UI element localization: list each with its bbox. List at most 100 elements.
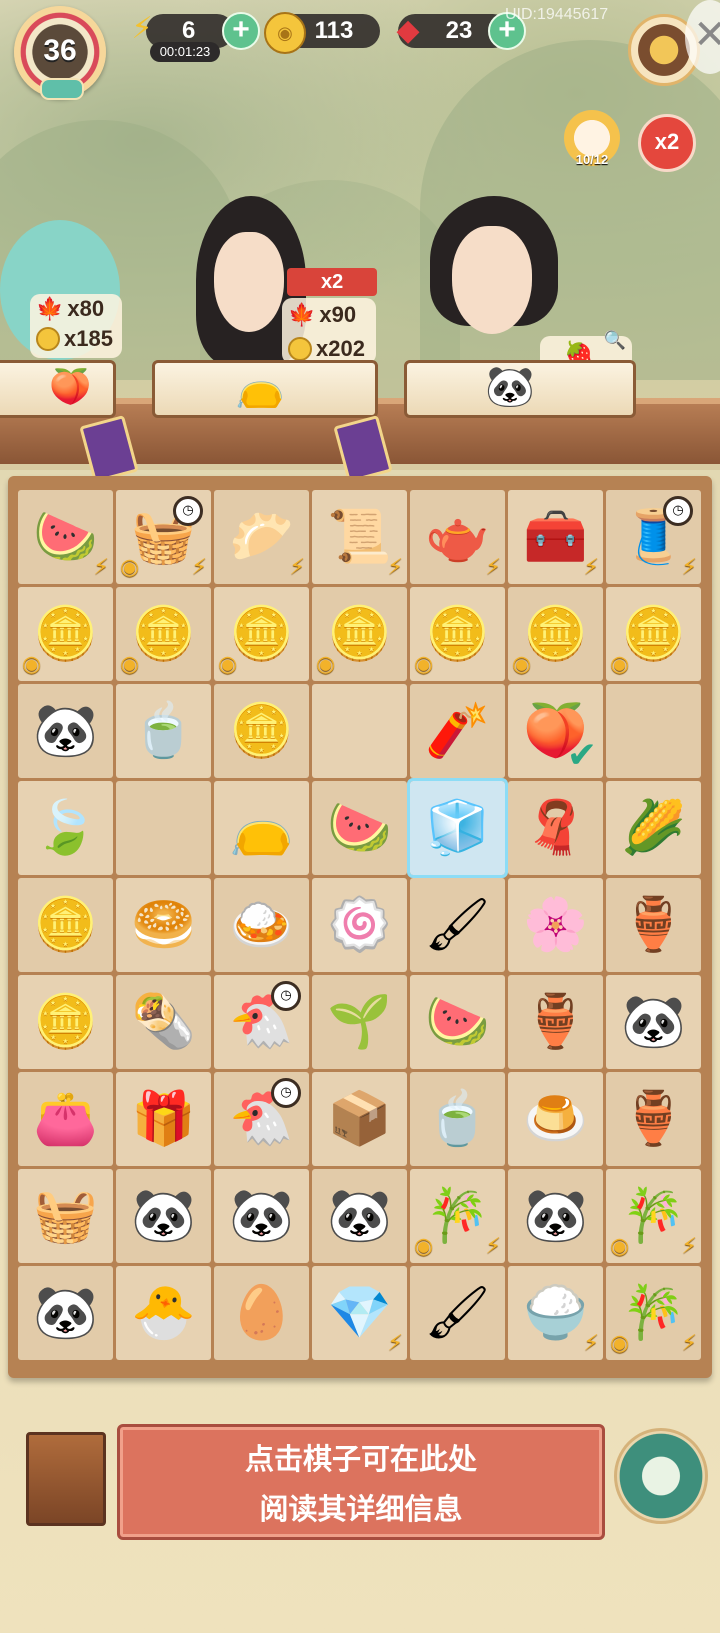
rice-pudding-icon: 🍮 [523, 1090, 588, 1148]
board-cell[interactable]: 🐔 ◷ [214, 1072, 309, 1166]
board-cell[interactable]: 🧣 [508, 781, 603, 875]
board-cell[interactable]: 🍑 ✔ [508, 684, 603, 778]
board-cell[interactable]: 🥯 [116, 878, 211, 972]
board-cell[interactable]: 🪙 ◉ [508, 587, 603, 681]
order-1-scroll[interactable]: 🍑 [0, 360, 116, 418]
boost-x2-button[interactable]: x2 [638, 114, 696, 172]
panda-icon: 🐼 [485, 365, 535, 409]
board-cell[interactable]: 🪙 [18, 975, 113, 1069]
customer-lady-1[interactable] [214, 232, 284, 332]
board-cell[interactable]: 🪙 ◉ [214, 587, 309, 681]
bamboo-shoot-icon: 🌽 [621, 799, 686, 857]
board-cell[interactable]: 🪙 ◉ [18, 587, 113, 681]
temple-map-icon[interactable] [614, 1428, 708, 1524]
frozen-pouch-icon: 🧊 [425, 799, 490, 857]
board-cell[interactable]: 🧊 [407, 778, 508, 878]
board-cell[interactable]: 🐼 [312, 1169, 407, 1263]
board-cell[interactable]: 🪙 [18, 878, 113, 972]
board-cell[interactable]: 🥟 ⚡ [214, 490, 309, 584]
cooldown-timer-icon: ◷ [173, 496, 203, 526]
board-cell[interactable]: 🍉 [312, 781, 407, 875]
jade-leaf-icon: 🍃 [33, 799, 98, 857]
board-cell[interactable]: 🍵 [410, 1072, 505, 1166]
board-cell[interactable] [312, 684, 407, 778]
cooldown-timer-icon: ◷ [271, 981, 301, 1011]
board-cell[interactable]: 🐼 [508, 1169, 603, 1263]
board-cell[interactable]: 🌱 [312, 975, 407, 1069]
board-cell[interactable]: 🫖 ⚡ [410, 490, 505, 584]
teapot-table-icon: 🫖 [425, 508, 490, 566]
energy-source-icon: ⚡ [583, 554, 599, 579]
maple-leaf-icon: 🍁 [288, 302, 316, 327]
storage-cabinet-icon[interactable] [26, 1432, 106, 1526]
player-level: 36 [43, 34, 77, 67]
board-cell[interactable]: 🎁 [116, 1072, 211, 1166]
order-2-coin-reward: x202 [288, 336, 365, 362]
board-cell[interactable]: 📜 ⚡ [312, 490, 407, 584]
board-cell[interactable]: 🧺 [18, 1169, 113, 1263]
watermelon-slice-icon: 🍉 [425, 993, 490, 1051]
board-cell[interactable] [606, 684, 701, 778]
board-cell[interactable]: 🍃 [18, 781, 113, 875]
board-cell[interactable]: 🍉 ⚡ [18, 490, 113, 584]
board-cell[interactable]: 🌽 [606, 781, 701, 875]
board-cell[interactable]: 🪙 ◉ [606, 587, 701, 681]
board-cell[interactable]: 🧺 ⚡ ◉ ◷ [116, 490, 211, 584]
board-cell[interactable]: 🍚 ⚡ [508, 1266, 603, 1360]
order-2-scroll[interactable]: 👝 [152, 360, 378, 418]
info-line-1: 点击棋子可在此处 [244, 1444, 477, 1476]
order-1-leaf-reward: 🍁 x80 [36, 296, 105, 321]
board-cell[interactable]: 🍵 [116, 684, 211, 778]
coin-source-icon: ◉ [414, 1233, 434, 1258]
egg-nest-icon: 🥚 [229, 1284, 294, 1342]
board-cell[interactable]: 💎 ⚡ [312, 1266, 407, 1360]
board-cell[interactable]: 🪙 ◉ [410, 587, 505, 681]
board-cell[interactable]: 🧵 ⚡ ◷ [606, 490, 701, 584]
board-cell[interactable]: 🪙 ◉ [312, 587, 407, 681]
board-cell[interactable]: 🖌 [410, 1266, 505, 1360]
board-cell[interactable]: 👝 [214, 781, 309, 875]
order-3-scroll[interactable]: 🐼 [404, 360, 636, 418]
board-cell[interactable]: 🐼 [18, 684, 113, 778]
board-cell[interactable] [116, 781, 211, 875]
coin-source-icon: ◉ [512, 651, 532, 676]
panda-sleeping-icon: 🐼 [33, 702, 98, 760]
board-cell[interactable]: 🐼 [606, 975, 701, 1069]
board-cell[interactable]: 🍛 [214, 878, 309, 972]
board-cell[interactable]: 🎋 ⚡ ◉ [606, 1169, 701, 1263]
two-coins-icon: 🪙 [33, 993, 98, 1051]
panda-eating-icon: 🐼 [229, 1187, 294, 1245]
board-cell[interactable]: 🪙 [214, 684, 309, 778]
board-cell[interactable]: 👛 [18, 1072, 113, 1166]
rice-basket-icon: 🍚 [523, 1284, 588, 1342]
board-cell[interactable]: 🐼 [18, 1266, 113, 1360]
board-cell[interactable]: 🐼 [214, 1169, 309, 1263]
board-cell[interactable]: 🍉 [410, 975, 505, 1069]
board-cell[interactable]: 🍥 [312, 878, 407, 972]
orange-gourd-icon: 🏺 [621, 1090, 686, 1148]
customer-lady-2[interactable] [452, 226, 532, 334]
board-cell[interactable]: 🧰 ⚡ [508, 490, 603, 584]
board-cell[interactable]: 🏺 [606, 1072, 701, 1166]
board-cell[interactable]: 🪙 ◉ [116, 587, 211, 681]
lightning-icon: ⚡ [131, 11, 153, 45]
board-cell[interactable]: 🧨 [410, 684, 505, 778]
board-cell[interactable]: 🥚 [214, 1266, 309, 1360]
board-cell[interactable]: 🌸 [508, 878, 603, 972]
coin-source-icon: ◉ [22, 651, 42, 676]
board-cell[interactable]: 🏺 [508, 975, 603, 1069]
board-cell[interactable]: 🐼 [116, 1169, 211, 1263]
board-cell[interactable]: 🎋 ⚡ ◉ [606, 1266, 701, 1360]
board-cell[interactable]: 🐣 [116, 1266, 211, 1360]
purple-gourd-icon: 🏺 [523, 993, 588, 1051]
board-cell[interactable]: 🎋 ⚡ ◉ [410, 1169, 505, 1263]
board-cell[interactable]: 🌯 [116, 975, 211, 1069]
board-cell[interactable]: 📦 [312, 1072, 407, 1166]
energy-source-icon: ⚡ [191, 554, 207, 579]
tea-box-icon: 📦 [327, 1090, 392, 1148]
board-cell[interactable]: 🐔 ◷ [214, 975, 309, 1069]
board-cell[interactable]: 🍮 [508, 1072, 603, 1166]
add-energy-button[interactable]: + [222, 12, 260, 50]
board-cell[interactable]: 🖌 [410, 878, 505, 972]
board-cell[interactable]: 🏺 [606, 878, 701, 972]
